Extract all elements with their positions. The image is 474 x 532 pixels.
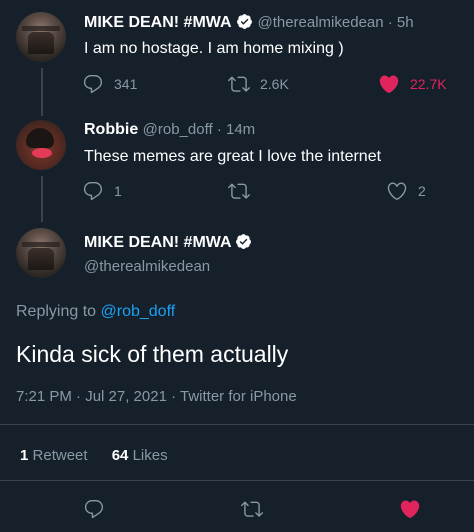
tweet1-like-button[interactable]: 22.7K (378, 73, 447, 95)
retweet-label: Retweet (32, 447, 88, 464)
like-count: 2 (418, 183, 426, 199)
avatar-robbie[interactable] (16, 120, 66, 170)
heart-outline-icon (387, 182, 407, 200)
avatar-mike-dean[interactable] (16, 12, 66, 62)
like-label: Likes (132, 447, 168, 464)
display-name-text: MIKE DEAN! #MWA (84, 234, 231, 251)
retweet-count: 2.6K (260, 76, 289, 92)
reply-icon (83, 182, 103, 201)
thread-connector (41, 68, 43, 116)
tweet1-reply-button[interactable]: 341 (82, 73, 137, 95)
replying-to: Replying to @rob_doff (16, 303, 175, 321)
thread-connector (41, 176, 43, 222)
heart-filled-icon (379, 75, 399, 93)
heart-filled-icon (400, 500, 420, 518)
tweet2-header: Robbie @rob_doff · 14m (84, 121, 255, 139)
tweet1-retweet-button[interactable]: 2.6K (228, 73, 289, 95)
verified-badge-icon (236, 234, 252, 249)
tweet2-reply-button[interactable]: 1 (82, 180, 122, 202)
retweet-stat[interactable]: 1 Retweet (20, 447, 88, 464)
main-tweet-text: Kinda sick of them actually (16, 341, 289, 367)
tweet1-text: I am no hostage. I am home mixing ) (84, 40, 344, 57)
replying-to-link[interactable]: @rob_doff (101, 303, 176, 320)
retweet-icon (228, 76, 250, 92)
retweet-total: 1 (20, 447, 29, 464)
engagement-stats: 1 Retweet 64 Likes (20, 447, 168, 464)
reply-icon (83, 75, 103, 94)
tweet2-like-button[interactable]: 2 (386, 180, 426, 202)
like-stat[interactable]: 64 Likes (112, 447, 168, 464)
reply-icon (84, 500, 104, 519)
divider (0, 424, 474, 425)
display-name[interactable]: MIKE DEAN! #MWA (84, 14, 232, 31)
tweet-timestamp-source[interactable]: 7:21 PM · Jul 27, 2021 · Twitter for iPh… (16, 388, 297, 405)
handle-and-time[interactable]: @therealmikedean · 5h (257, 14, 413, 31)
retweet-icon (241, 501, 263, 517)
main-reply-button[interactable] (83, 498, 105, 520)
reply-count: 1 (114, 183, 122, 199)
verified-badge-icon (237, 14, 252, 29)
like-total: 64 (111, 447, 129, 464)
display-name[interactable]: Robbie (84, 121, 138, 138)
tweet1-header: MIKE DEAN! #MWA @therealmikedean · 5h (84, 13, 414, 32)
tweet2-retweet-button[interactable] (228, 180, 250, 202)
divider (0, 480, 474, 481)
tweet2-text: These memes are great I love the interne… (84, 148, 382, 165)
main-like-button[interactable] (399, 498, 421, 520)
avatar-mike-dean[interactable] (16, 228, 66, 278)
handle-and-time[interactable]: @rob_doff · 14m (143, 121, 256, 138)
main-retweet-button[interactable] (241, 498, 263, 520)
display-name[interactable]: MIKE DEAN! #MWA (84, 233, 252, 252)
handle[interactable]: @therealmikedean (84, 258, 210, 275)
reply-count: 341 (114, 76, 138, 92)
retweet-icon (228, 183, 250, 199)
replying-prefix: Replying to (16, 303, 97, 320)
like-count: 22.7K (410, 76, 447, 92)
